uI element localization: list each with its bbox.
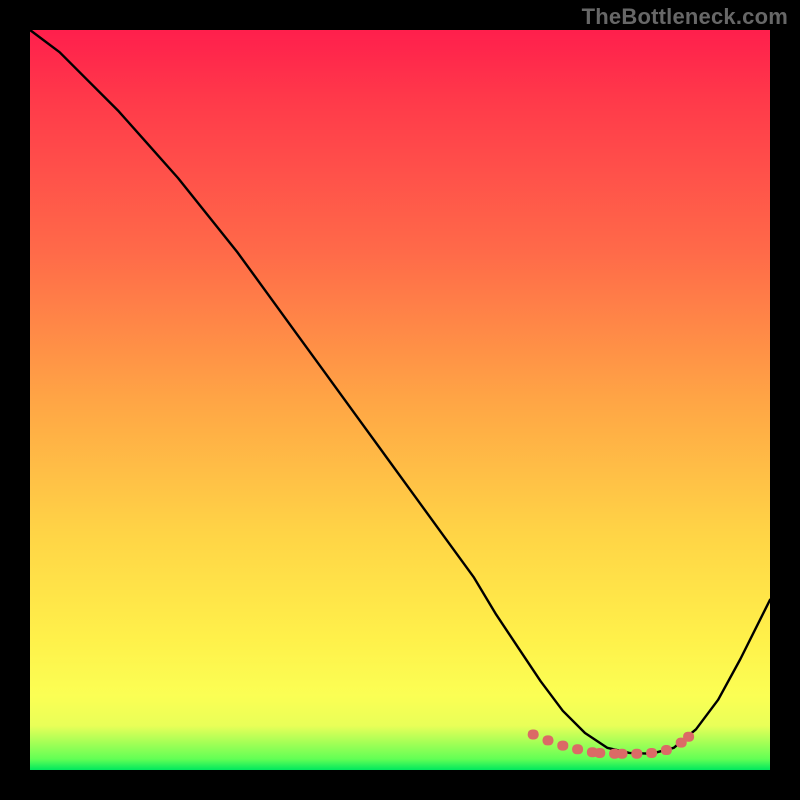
optimal-marker	[557, 741, 568, 751]
optimal-marker	[661, 745, 672, 755]
chart-frame: TheBottleneck.com	[0, 0, 800, 800]
optimal-marker	[617, 749, 628, 759]
optimal-marker	[631, 749, 642, 759]
curve-layer	[30, 30, 770, 770]
optimal-marker	[594, 748, 605, 758]
optimal-marker	[683, 732, 694, 742]
bottleneck-curve	[30, 30, 770, 754]
watermark-text: TheBottleneck.com	[582, 4, 788, 30]
optimal-range-markers	[528, 729, 694, 758]
plot-area	[30, 30, 770, 770]
optimal-marker	[543, 735, 554, 745]
optimal-marker	[528, 729, 539, 739]
optimal-marker	[572, 744, 583, 754]
optimal-marker	[646, 748, 657, 758]
